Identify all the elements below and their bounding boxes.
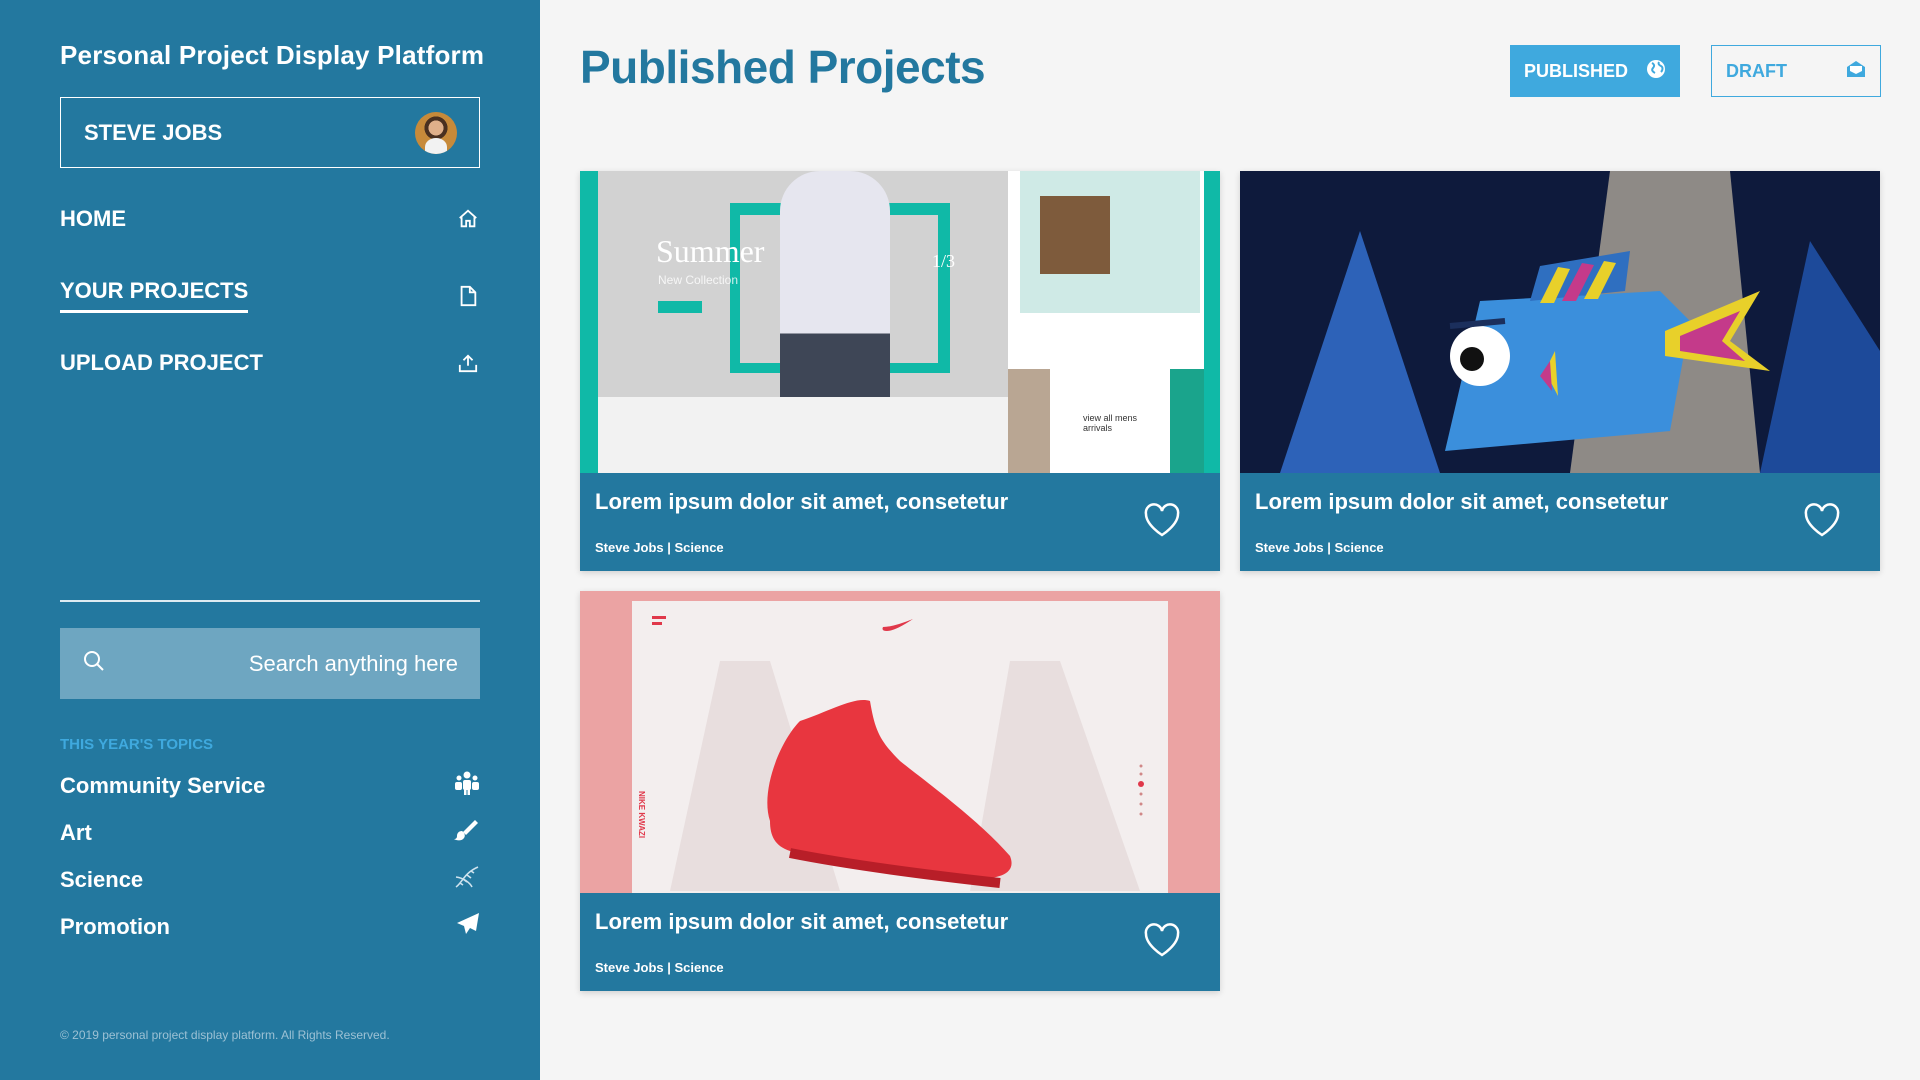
project-card[interactable]: Summer New Collection 1/3 view all mens … (580, 171, 1220, 571)
project-card[interactable]: Lorem ipsum dolor sit amet, consetetur S… (1240, 171, 1880, 571)
search-bar[interactable] (60, 628, 480, 699)
topic-label: Art (60, 820, 92, 845)
search-input[interactable] (106, 650, 458, 677)
heart-icon[interactable] (1142, 921, 1182, 961)
topics-heading: THIS YEAR'S TOPICS (60, 736, 214, 753)
user-avatar[interactable] (415, 111, 457, 154)
draft-button-label: DRAFT (1726, 60, 1787, 81)
card-footer: Lorem ipsum dolor sit amet, consetetur S… (580, 893, 1220, 991)
user-name: STEVE JOBS (84, 119, 223, 145)
topic-label: Science (60, 867, 144, 892)
nav-home[interactable]: HOME (60, 206, 480, 232)
globe-icon (1646, 59, 1666, 84)
published-button-label: PUBLISHED (1524, 60, 1629, 81)
topic-promotion[interactable]: Promotion (60, 912, 480, 942)
card-title[interactable]: Lorem ipsum dolor sit amet, consetetur (595, 489, 1008, 515)
topic-label: Promotion (60, 914, 170, 939)
user-profile[interactable]: STEVE JOBS (60, 97, 480, 168)
card-meta: Steve Jobs | Science (1255, 540, 1384, 555)
project-card[interactable]: NIKE KWAZI Lorem ipsum dolor sit amet, c… (580, 591, 1220, 991)
topic-art[interactable]: Art (60, 818, 480, 848)
project-thumbnail[interactable]: NIKE KWAZI (580, 591, 1220, 893)
project-thumbnail[interactable]: Summer New Collection 1/3 view all mens … (580, 171, 1220, 473)
topic-community-service[interactable]: Community Service (60, 771, 480, 801)
home-icon (456, 207, 480, 231)
thumb-view-all: view all mens arrivals (1083, 413, 1138, 433)
draft-button[interactable]: DRAFT (1711, 45, 1881, 97)
heart-icon[interactable] (1802, 501, 1842, 541)
copyright-text: © 2019 personal project display platform… (60, 1028, 390, 1042)
heart-icon[interactable] (1142, 501, 1182, 541)
thumb-heading: Summer (656, 233, 765, 269)
card-meta: Steve Jobs | Science (595, 960, 724, 975)
fish-illustration (1240, 171, 1880, 473)
brush-icon (454, 818, 480, 848)
thumb-side-text: NIKE KWAZI (637, 791, 646, 839)
nav-your-projects[interactable]: YOUR PROJECTS (60, 278, 480, 313)
paper-plane-icon (456, 912, 480, 942)
brand-title: Personal Project Display Platform (60, 40, 485, 70)
people-icon (454, 771, 480, 801)
upload-icon (456, 351, 480, 375)
topic-label: Community Service (60, 773, 266, 798)
published-button[interactable]: PUBLISHED (1510, 45, 1680, 97)
card-footer: Lorem ipsum dolor sit amet, consetetur S… (580, 473, 1220, 571)
card-title[interactable]: Lorem ipsum dolor sit amet, consetetur (595, 909, 1008, 935)
topic-science[interactable]: Science (60, 865, 480, 895)
document-icon (456, 284, 480, 308)
sidebar-divider (60, 600, 480, 602)
dna-icon (454, 865, 480, 895)
sidebar: Personal Project Display Platform STEVE … (0, 0, 540, 1080)
search-icon (82, 649, 106, 678)
project-thumbnail[interactable] (1240, 171, 1880, 473)
card-title[interactable]: Lorem ipsum dolor sit amet, consetetur (1255, 489, 1668, 515)
nav-upload-project-label: UPLOAD PROJECT (60, 350, 263, 375)
page-title: Published Projects (580, 41, 986, 93)
nav-upload-project[interactable]: UPLOAD PROJECT (60, 350, 480, 376)
nav-your-projects-label: YOUR PROJECTS (60, 278, 249, 313)
card-footer: Lorem ipsum dolor sit amet, consetetur S… (1240, 473, 1880, 571)
envelope-open-icon (1846, 60, 1866, 83)
model-figure (780, 171, 890, 397)
card-meta: Steve Jobs | Science (595, 540, 724, 555)
sneaker-illustration (652, 616, 1144, 891)
nav-home-label: HOME (60, 206, 126, 231)
thumb-page: 1/3 (932, 251, 956, 271)
thumb-subheading: New Collection (658, 273, 739, 287)
